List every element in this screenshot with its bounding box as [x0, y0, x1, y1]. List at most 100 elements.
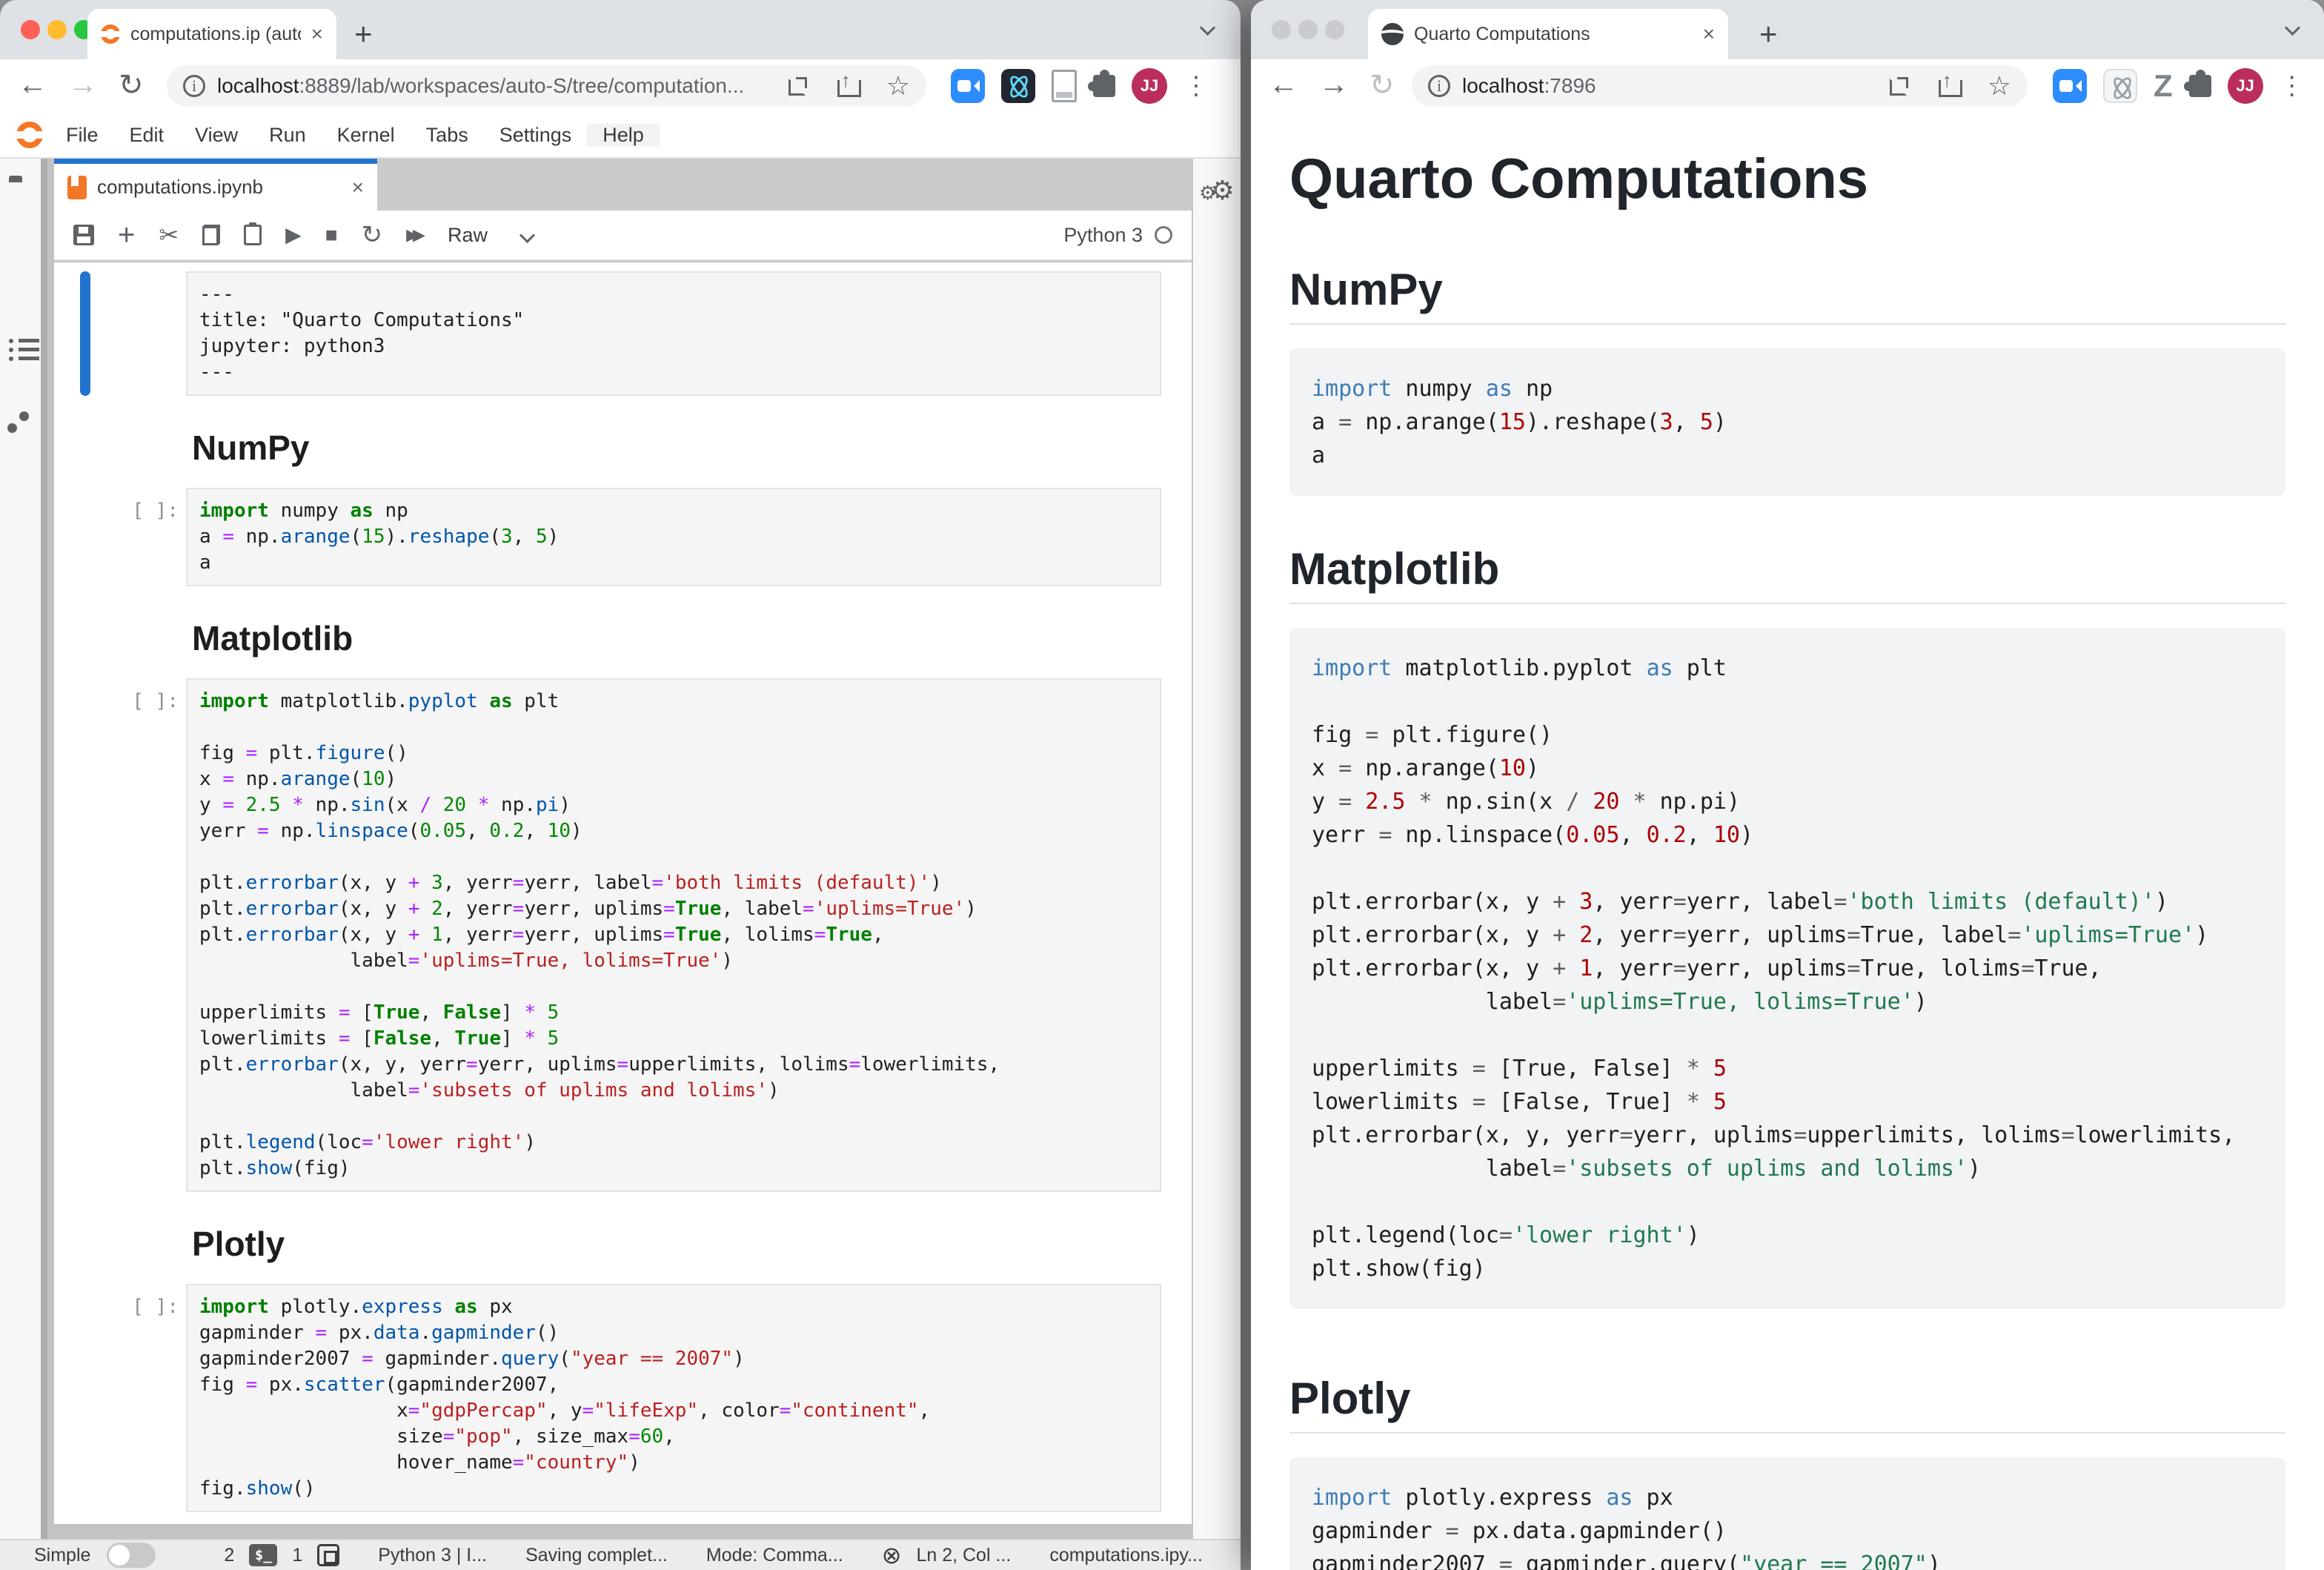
copy-cell-icon[interactable] [202, 225, 220, 245]
menu-settings[interactable]: Settings [484, 124, 588, 147]
zoom-extension-icon[interactable] [2053, 69, 2087, 103]
forward-icon[interactable]: → [1319, 68, 1349, 102]
terminal-icon[interactable]: $_ [249, 1544, 277, 1566]
mode-indicator[interactable]: Mode: Comma... [706, 1545, 843, 1566]
react-devtools-extension-icon[interactable] [1001, 69, 1035, 103]
section-divider [1289, 603, 2285, 604]
cell-input-area[interactable]: import matplotlib.pyplot as plt fig = pl… [186, 678, 1161, 1192]
z-extension-icon[interactable]: Z [2154, 70, 2173, 102]
menu-run[interactable]: Run [253, 124, 322, 147]
statusbar-filename: computations.ipy... [1049, 1545, 1203, 1566]
reload-icon[interactable]: ↻ [119, 68, 144, 102]
bookmark-star-icon[interactable]: ☆ [886, 73, 910, 99]
simple-mode-toggle[interactable] [107, 1543, 156, 1568]
menu-file[interactable]: File [50, 124, 114, 147]
close-window-button[interactable] [21, 20, 40, 39]
cut-cell-icon[interactable]: ✂ [159, 223, 179, 247]
quarto-page: Quarto Computations NumPy import numpy as… [1251, 113, 2324, 1570]
run-all-icon[interactable]: ▶▶ [406, 225, 419, 245]
zoom-window-button[interactable] [1325, 20, 1344, 39]
trust-shield-icon: ⊗ [882, 1541, 902, 1569]
stop-kernel-icon[interactable]: ■ [325, 225, 338, 245]
browser-tab[interactable]: computations.ip (auto-S) - Jup × [87, 9, 336, 59]
code-block: import numpy as npa = np.arange(15).resh… [1289, 348, 2285, 496]
run-cell-icon[interactable]: ▶ [285, 225, 302, 245]
browser-menu-kebab-icon[interactable]: ⋮ [1183, 71, 1209, 101]
address-bar[interactable]: i localhost:8889/lab/workspaces/auto-S/t… [167, 65, 926, 107]
close-tab-icon[interactable]: × [1703, 24, 1715, 44]
react-devtools-extension-icon[interactable] [2103, 69, 2137, 103]
close-window-button[interactable] [1272, 20, 1291, 39]
cell-type-dropdown[interactable]: Raw [448, 224, 533, 247]
minimize-window-button[interactable] [47, 20, 67, 39]
cell-prompt: [ ]: [90, 678, 186, 1192]
url-text: localhost:7896 [1462, 74, 1878, 98]
notebook-cell[interactable]: ---title: "Quarto Computations"jupyter: … [54, 271, 1161, 396]
notebook-heading: Plotly [192, 1223, 1192, 1265]
profile-avatar[interactable]: JJ [1132, 68, 1167, 104]
address-bar[interactable]: i localhost:7896 ☆ [1412, 65, 2028, 107]
back-icon[interactable]: ← [18, 68, 47, 102]
notebook-cell[interactable]: [ ]:import numpy as npa = np.arange(15).… [54, 488, 1161, 586]
profile-avatar[interactable]: JJ [2228, 68, 2263, 104]
browser-tab[interactable]: Quarto Computations × [1368, 9, 1728, 59]
active-cell-bar [80, 678, 90, 1192]
forward-icon[interactable]: → [68, 68, 98, 102]
active-cell-bar [80, 488, 90, 586]
share-icon[interactable] [837, 75, 857, 97]
section-heading: Plotly [1289, 1371, 2285, 1426]
new-tab-button[interactable]: + [1759, 16, 1778, 52]
site-info-icon[interactable]: i [1428, 75, 1450, 97]
site-info-icon[interactable]: i [183, 75, 205, 97]
extensions-puzzle-icon[interactable] [1093, 75, 1115, 97]
cell-input-area[interactable]: ---title: "Quarto Computations"jupyter: … [186, 271, 1161, 396]
menu-view[interactable]: View [179, 124, 253, 147]
page-title: Quarto Computations [1289, 142, 2285, 216]
restart-kernel-icon[interactable]: ↻ [362, 222, 383, 248]
close-tab-icon[interactable]: × [311, 24, 323, 44]
section-divider [1289, 323, 2285, 325]
notebook-tab-title: computations.ipynb [97, 176, 342, 199]
notebook-cell[interactable]: [ ]:import plotly.express as pxgapminder… [54, 1284, 1161, 1512]
section-heading: Matplotlib [1289, 542, 2285, 597]
notebook-heading: Matplotlib [192, 617, 1192, 659]
table-of-contents-icon[interactable] [9, 334, 39, 360]
extensions-puzzle-icon[interactable] [2189, 75, 2211, 97]
kernel-indicator[interactable]: Python 3 [1063, 224, 1172, 247]
back-icon[interactable]: ← [1269, 68, 1298, 102]
menu-edit[interactable]: Edit [114, 124, 180, 147]
open-in-new-icon[interactable] [788, 76, 808, 96]
kernel-status-text[interactable]: Python 3 | I... [378, 1545, 487, 1566]
notebook-cell[interactable]: [ ]:import matplotlib.pyplot as plt fig … [54, 678, 1161, 1192]
jupyter-main-area: computations.ipynb × + ✂ ▶ ■ ↻ ▶▶ Raw [0, 159, 1241, 1539]
open-in-new-icon[interactable] [1890, 76, 1909, 96]
bookmark-star-icon[interactable]: ☆ [1988, 73, 2011, 99]
share-icon[interactable] [1939, 75, 1958, 97]
reload-icon[interactable]: ↻ [1370, 68, 1395, 102]
cell-prompt [90, 271, 186, 396]
close-notebook-icon[interactable]: × [352, 177, 364, 198]
browser-menu-kebab-icon[interactable]: ⋮ [2280, 71, 2305, 101]
chevron-down-icon [519, 227, 535, 242]
property-inspector-icon[interactable]: ⚙⚙ [1199, 175, 1235, 206]
document-extension-icon[interactable] [1052, 70, 1077, 102]
menu-help[interactable]: Help [587, 124, 660, 147]
section-heading: NumPy [1289, 262, 2285, 317]
add-cell-icon[interactable]: + [118, 220, 135, 250]
cell-input-area[interactable]: import plotly.express as pxgapminder = p… [186, 1284, 1161, 1512]
menu-kernel[interactable]: Kernel [322, 124, 411, 147]
paste-cell-icon[interactable] [244, 225, 262, 245]
cursor-position[interactable]: Ln 2, Col ... [916, 1545, 1011, 1566]
tab-search-chevron-icon[interactable] [2285, 20, 2300, 36]
cell-input-area[interactable]: import numpy as npa = np.arange(15).resh… [186, 488, 1161, 586]
zoom-extension-icon[interactable] [951, 69, 985, 103]
new-tab-button[interactable]: + [354, 16, 373, 52]
notebook-tab[interactable]: computations.ipynb × [54, 159, 377, 211]
code-block: import plotly.express as pxgapminder = p… [1289, 1457, 2285, 1570]
save-icon[interactable] [73, 225, 94, 245]
menu-tabs[interactable]: Tabs [411, 124, 484, 147]
jupyter-logo [16, 122, 43, 148]
minimize-window-button[interactable] [1298, 20, 1318, 39]
tab-search-chevron-icon[interactable] [1200, 20, 1215, 36]
section-divider [1289, 1432, 2285, 1434]
